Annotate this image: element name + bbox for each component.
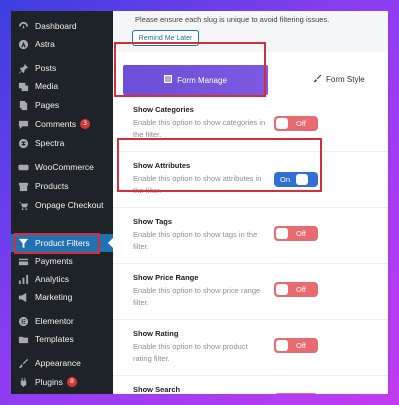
sidebar-item-label: Onpage Checkout [35, 200, 104, 210]
notice-text: Please ensure each slug is unique to avo… [135, 15, 330, 24]
sidebar-item-comments[interactable]: Comments 3 [11, 115, 113, 133]
sidebar-item-label: Posts [35, 63, 57, 73]
chart-icon [17, 273, 29, 285]
toggle-knob [276, 228, 288, 239]
setting-description: Enable this option to show tags in the f… [133, 230, 258, 251]
sidebar-item-label: Payments [35, 256, 73, 266]
sidebar-item-label: WooCommerce [35, 162, 94, 172]
sidebar-item-templates[interactable]: Templates [11, 330, 113, 348]
megaphone-icon [17, 291, 29, 303]
sidebar-item-label: Spectra [35, 138, 65, 148]
sidebar-item-spectra[interactable]: Spectra [11, 134, 113, 152]
comments-count-badge: 3 [80, 119, 91, 129]
show-rating-toggle[interactable]: Off [274, 338, 318, 353]
setting-title: Show Tags [133, 217, 173, 226]
astra-icon [17, 38, 29, 50]
sidebar-item-label: Appearance [35, 358, 81, 368]
dashboard-icon [17, 20, 29, 32]
pin-icon [17, 62, 29, 74]
page-icon [17, 99, 29, 111]
plugins-count-badge: 8 [66, 377, 77, 387]
sidebar-item-label: Astra [35, 39, 55, 49]
setting-show-price-range: Show Price Range Enable this option to s… [113, 264, 388, 320]
sidebar-item-label: Analytics [35, 274, 70, 284]
show-search-toggle[interactable]: Off [274, 393, 318, 394]
woo-icon [17, 161, 29, 173]
form-manage-highlight [114, 42, 266, 97]
tab-form-style[interactable]: Form Style [313, 74, 365, 85]
payments-icon [17, 255, 29, 267]
sidebar-item-payments[interactable]: Payments [11, 252, 113, 270]
archive-icon [17, 180, 29, 192]
sidebar-item-products[interactable]: Products [11, 177, 113, 195]
setting-description: Enable this option to show product ratin… [133, 342, 248, 363]
toggle-label: Off [296, 229, 306, 238]
elementor-icon [17, 315, 29, 327]
toggle-knob [276, 284, 288, 295]
toggle-knob [276, 340, 288, 351]
setting-show-rating: Show Rating Enable this option to show p… [113, 320, 388, 376]
app-frame: Dashboard Astra Posts Media Pages Commen… [11, 11, 388, 394]
media-icon [17, 80, 29, 92]
toggle-label: Off [296, 341, 306, 350]
setting-show-search: Show Search Off [113, 376, 388, 394]
sidebar-item-posts[interactable]: Posts [11, 59, 113, 77]
sidebar-item-label: Marketing [35, 292, 73, 302]
admin-sidebar: Dashboard Astra Posts Media Pages Commen… [11, 11, 113, 394]
tab-form-style-label: Form Style [326, 75, 365, 84]
brush-icon [313, 74, 322, 85]
sidebar-item-pages[interactable]: Pages [11, 96, 113, 114]
setting-title: Show Rating [133, 329, 179, 338]
show-categories-toggle[interactable]: Off [274, 116, 318, 131]
sidebar-item-label: Plugins [35, 377, 63, 387]
sidebar-item-plugins[interactable]: Plugins 8 [11, 373, 113, 391]
sidebar-item-label: Dashboard [35, 21, 77, 31]
show-tags-toggle[interactable]: Off [274, 226, 318, 241]
setting-title: Show Categories [133, 105, 194, 114]
sidebar-item-label: Comments [35, 119, 77, 129]
toggle-label: Off [296, 285, 306, 294]
sidebar-item-label: Media [35, 81, 59, 91]
toggle-knob [276, 118, 288, 129]
setting-show-tags: Show Tags Enable this option to show tag… [113, 208, 388, 264]
sidebar-item-label: Templates [35, 334, 74, 344]
sidebar-item-label: Products [35, 181, 69, 191]
sidebar-item-marketing[interactable]: Marketing [11, 288, 113, 306]
show-price-range-toggle[interactable]: Off [274, 282, 318, 297]
brush-icon [17, 357, 29, 369]
sidebar-item-analytics[interactable]: Analytics [11, 270, 113, 288]
sidebar-item-appearance[interactable]: Appearance [11, 354, 113, 372]
plug-icon [17, 376, 29, 388]
comment-icon [17, 118, 29, 130]
toggle-label: Off [296, 119, 306, 128]
sidebar-item-label: Elementor [35, 316, 74, 326]
cart-icon [17, 199, 29, 211]
sidebar-item-media[interactable]: Media [11, 77, 113, 95]
setting-title: Show Search [133, 385, 181, 394]
sidebar-item-astra[interactable]: Astra [11, 35, 113, 53]
sidebar-item-dashboard[interactable]: Dashboard [11, 17, 113, 35]
setting-description: Enable this option to show price range f… [133, 286, 261, 307]
sidebar-item-woocommerce[interactable]: WooCommerce [11, 158, 113, 176]
sidebar-item-elementor[interactable]: Elementor [11, 312, 113, 330]
spectra-icon [17, 137, 29, 149]
show-attributes-highlight [117, 138, 322, 192]
sidebar-item-label: Pages [35, 100, 60, 110]
setting-title: Show Price Range [133, 273, 199, 282]
product-filters-highlight [14, 233, 100, 254]
sidebar-item-onpage-checkout[interactable]: Onpage Checkout [11, 196, 113, 214]
folder-icon [17, 333, 29, 345]
